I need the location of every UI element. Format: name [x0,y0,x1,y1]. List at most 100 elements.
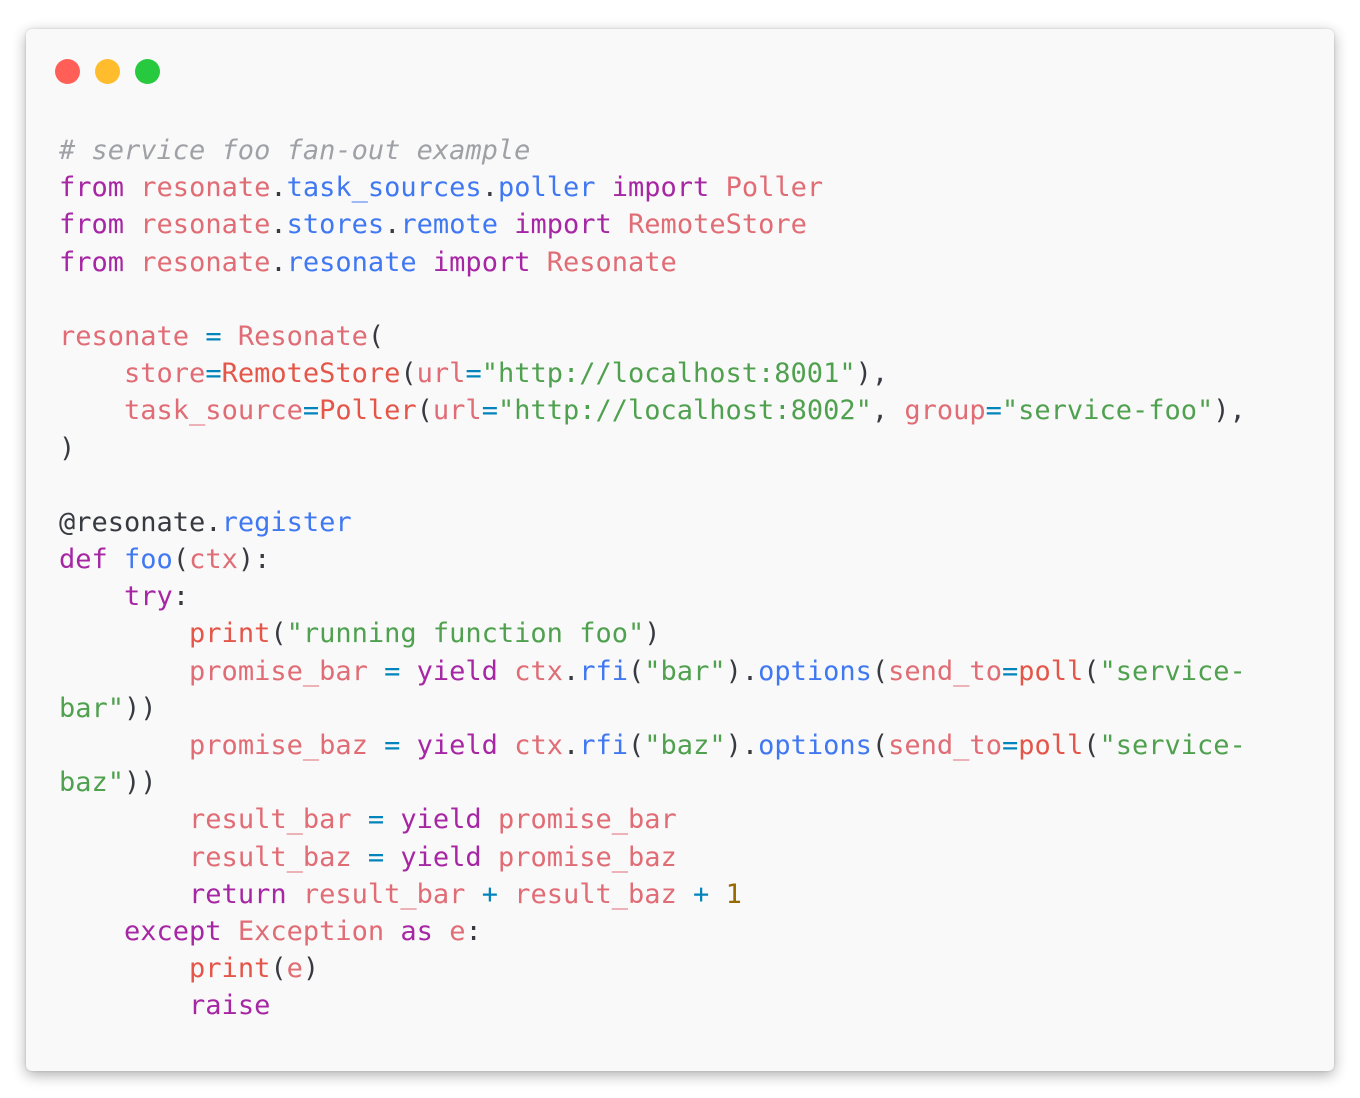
code-token: from [59,209,125,241]
code-token: = [367,804,385,836]
code-token: bar" [59,692,125,724]
code-token: + [481,878,498,910]
code-token: task_source [124,395,303,427]
code-token: = [1001,730,1019,761]
code-line: store=RemoteStore(url="http://localhost:… [59,355,1246,392]
code-token: print [189,618,271,650]
code-line: promise_bar = yield ctx.rfi("bar").optio… [59,653,1246,690]
code-token: = [985,395,1002,427]
code-token: ) [59,432,76,464]
code-token: stores [286,209,385,241]
code-line: return result_bar + result_baz + 1 [59,876,1246,913]
code-token: : [172,581,190,613]
code-line: bar")) [59,690,1246,727]
code-token: ( [400,358,417,390]
code-line: from resonate.stores.remote import Remot… [59,206,1246,243]
code-line: raise [59,987,1246,1024]
code-token: ) [302,953,320,985]
code-token: register [221,506,352,538]
code-line: result_baz = yield promise_baz [59,839,1246,876]
code-token: = [481,395,498,427]
code-token: ( [1083,655,1100,687]
code-token: url [432,395,482,427]
code-token: . [384,209,401,241]
code-token: from [59,172,125,204]
code-token: resonate [286,246,417,278]
code-token: resonate [140,209,271,241]
code-token: )) [124,767,157,799]
code-token: ctx [514,655,563,687]
code-token: ( [270,953,287,985]
minimize-window-button[interactable] [95,59,120,84]
code-token: "baz" [644,730,726,761]
code-token: RemoteStore [221,358,401,390]
code-token: ctx [189,544,238,576]
code-token: = [465,358,482,390]
code-token: 1 [725,878,742,910]
zoom-window-button[interactable] [135,59,160,84]
code-token: Resonate [237,320,368,352]
code-token: . [270,246,287,278]
code-token: = [302,395,320,427]
code-token: return [189,878,287,910]
code-token: baz" [59,767,125,799]
code-token: ( [416,395,433,427]
code-token: e [449,915,466,947]
code-token: "service-foo" [1001,395,1214,427]
code-token: rfi [579,655,629,687]
code-token: Exception [237,915,385,947]
code-token: yield [400,841,482,873]
code-token: . [270,209,287,241]
code-token: . [562,655,580,687]
code-token: ( [367,320,385,352]
code-token: @resonate. [59,506,222,538]
code-token: result_bar [189,804,352,836]
code-token: promise_baz [189,730,368,761]
code-token: rfi [579,730,629,761]
code-token: resonate [59,320,190,352]
code-line: def foo(ctx): [59,541,1246,578]
code-token: , [871,395,905,427]
code-window: # service foo fan-out example from resona… [26,29,1334,1071]
close-window-button[interactable] [55,59,80,84]
code-token: = [205,320,222,352]
code-token: )) [124,692,157,724]
code-token: try [124,581,173,613]
code-token: yield [416,655,498,687]
code-token: "service- [1099,730,1246,761]
code-token: Poller [319,395,417,427]
code-token: import [514,209,612,241]
code-token: result_baz [514,878,677,910]
code-token: result_baz [189,841,352,873]
code-line: print("running function foo") [59,615,1246,652]
code-token: import [611,172,710,204]
code-token: result_bar [302,878,466,910]
code-line: promise_baz = yield ctx.rfi("baz").optio… [59,727,1246,764]
code-token: promise_bar [497,804,677,836]
code-line: print(e) [59,950,1246,987]
